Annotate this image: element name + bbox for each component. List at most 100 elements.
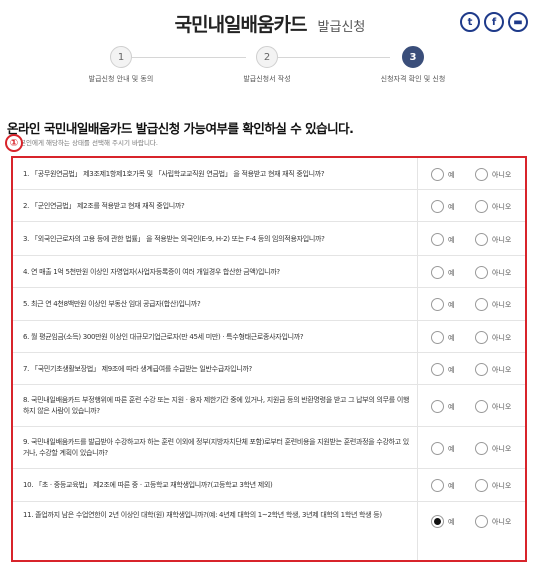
question-row: 4. 연 매출 1억 5천만원 이상인 자영업자(사업자등록증이 여러 개일경우…: [13, 256, 525, 288]
question-row: 6. 월 평균임금(소득) 300만원 이상인 대규모기업근로자(만 45세 미…: [13, 321, 525, 353]
radio-yes[interactable]: [431, 363, 444, 376]
radio-yes-label: 예: [448, 517, 455, 526]
question-row: 9. 국민내일배움카드를 발급받아 수강하고자 하는 훈련 이외에 정부(지방자…: [13, 427, 525, 469]
radio-no-label: 아니오: [492, 517, 512, 526]
question-text: 11. 졸업까지 남은 수업연한이 2년 이상인 대학(원) 재학생입니까?(예…: [23, 511, 382, 519]
radio-no[interactable]: [475, 479, 488, 492]
radio-yes[interactable]: [431, 479, 444, 492]
step-1-circle: 1: [110, 46, 132, 68]
message-icon[interactable]: ▬: [508, 12, 528, 32]
step-3-label: 신청자격 확인 및 신청: [380, 75, 446, 83]
step-1-label: 발급신청 안내 및 동의: [88, 75, 154, 83]
radio-no[interactable]: [475, 400, 488, 413]
radio-yes[interactable]: [431, 168, 444, 181]
radio-no-label: 아니오: [492, 268, 512, 277]
radio-yes-label: 예: [448, 333, 455, 342]
radio-no[interactable]: [475, 331, 488, 344]
answer-yes-option[interactable]: 예: [431, 442, 454, 455]
question-row: 11. 졸업까지 남은 수업연한이 2년 이상인 대학(원) 재학생입니까?(예…: [13, 502, 525, 540]
radio-no-label: 아니오: [492, 402, 512, 411]
question-text: 3. 「외국인근로자의 고용 등에 관한 법률」 을 적용받는 외국인(E-9,…: [23, 235, 325, 243]
answer-yes-option[interactable]: 예: [431, 200, 454, 213]
radio-no[interactable]: [475, 442, 488, 455]
answer-yes-option[interactable]: 예: [431, 298, 454, 311]
page-title: 국민내일배움카드: [174, 14, 308, 36]
question-text: 4. 연 매출 1억 5천만원 이상인 자영업자(사업자등록증이 여러 개일경우…: [23, 268, 280, 276]
facebook-icon[interactable]: f: [484, 12, 504, 32]
radio-yes[interactable]: [431, 298, 444, 311]
radio-yes[interactable]: [431, 233, 444, 246]
answer-no-option[interactable]: 아니오: [475, 298, 511, 311]
answer-yes-option[interactable]: 예: [431, 168, 454, 181]
answer-no-option[interactable]: 아니오: [475, 233, 511, 246]
answer-no-option[interactable]: 아니오: [475, 363, 511, 376]
step-2-label: 발급신청서 작성: [243, 75, 291, 83]
radio-yes[interactable]: [431, 266, 444, 279]
radio-yes-label: 예: [448, 268, 455, 277]
radio-no[interactable]: [475, 363, 488, 376]
step-connector: [132, 57, 246, 58]
answer-no-option[interactable]: 아니오: [475, 515, 511, 528]
question-row: 10. 「초 · 중등교육법」 제2조에 따른 중 · 고등학교 재학생입니까?…: [13, 469, 525, 502]
radio-no[interactable]: [475, 298, 488, 311]
page-subtitle: 발급신청: [317, 20, 366, 35]
radio-no[interactable]: [475, 266, 488, 279]
answer-yes-option[interactable]: 예: [431, 233, 454, 246]
radio-yes[interactable]: [431, 200, 444, 213]
answer-no-option[interactable]: 아니오: [475, 168, 511, 181]
radio-yes[interactable]: [431, 442, 444, 455]
answer-no-option[interactable]: 아니오: [475, 400, 511, 413]
eligibility-question-list: 1. 「공무원연금법」 제3조제1항제1호가목 및 「사립학교교직원 연금법」 …: [11, 156, 527, 562]
radio-yes[interactable]: [431, 515, 444, 528]
radio-yes-label: 예: [448, 202, 455, 211]
radio-no-label: 아니오: [492, 365, 512, 374]
radio-no-label: 아니오: [492, 481, 512, 490]
question-row: 7. 「국민기초생활보장법」 제9조에 따라 생계급여를 수급받는 일반수급자입…: [13, 353, 525, 385]
question-text: 6. 월 평균임금(소득) 300만원 이상인 대규모기업근로자(만 45세 미…: [23, 333, 304, 341]
answer-yes-option[interactable]: 예: [431, 331, 454, 344]
radio-dot: [434, 518, 441, 525]
question-row: 2. 「군인연금법」 제2조를 적용받고 현재 재직 중입니까? 예 아니오: [13, 190, 525, 222]
title-group: 국민내일배움카드 발급신청: [0, 10, 540, 37]
radio-no[interactable]: [475, 168, 488, 181]
answer-no-option[interactable]: 아니오: [475, 200, 511, 213]
answer-no-option[interactable]: 아니오: [475, 331, 511, 344]
radio-yes-label: 예: [448, 481, 455, 490]
radio-yes[interactable]: [431, 331, 444, 344]
progress-steps: 1 발급신청 안내 및 동의 2 발급신청서 작성 3 신청자격 확인 및 신청: [0, 44, 540, 92]
question-text: 9. 국민내일배움카드를 발급받아 수강하고자 하는 훈련 이외에 정부(지방자…: [23, 438, 409, 457]
radio-yes-label: 예: [448, 444, 455, 453]
radio-yes[interactable]: [431, 400, 444, 413]
question-row: 3. 「외국인근로자의 고용 등에 관한 법률」 을 적용받는 외국인(E-9,…: [13, 222, 525, 256]
radio-yes-label: 예: [448, 300, 455, 309]
radio-no-label: 아니오: [492, 235, 512, 244]
twitter-icon[interactable]: t: [460, 12, 480, 32]
answer-no-option[interactable]: 아니오: [475, 442, 511, 455]
radio-yes-label: 예: [448, 365, 455, 374]
step-3-circle: 3: [402, 46, 424, 68]
answer-no-option[interactable]: 아니오: [475, 479, 511, 492]
question-text: 1. 「공무원연금법」 제3조제1항제1호가목 및 「사립학교교직원 연금법」 …: [23, 170, 325, 178]
radio-no[interactable]: [475, 200, 488, 213]
question-text: 10. 「초 · 중등교육법」 제2조에 따른 중 · 고등학교 재학생입니까?…: [23, 481, 273, 489]
answer-yes-option[interactable]: 예: [431, 400, 454, 413]
question-text: 7. 「국민기초생활보장법」 제9조에 따라 생계급여를 수급받는 일반수급자입…: [23, 365, 252, 373]
radio-no-label: 아니오: [492, 202, 512, 211]
answer-yes-option[interactable]: 예: [431, 363, 454, 376]
radio-yes-label: 예: [448, 402, 455, 411]
question-row: 1. 「공무원연금법」 제3조제1항제1호가목 및 「사립학교교직원 연금법」 …: [13, 158, 525, 190]
section-heading: 온라인 국민내일배움카드 발급신청 가능여부를 확인하실 수 있습니다.: [7, 121, 354, 136]
answer-yes-option[interactable]: 예: [431, 266, 454, 279]
radio-no[interactable]: [475, 233, 488, 246]
question-row: 8. 국민내일배움카드 부정행위에 따른 훈련 수강 또는 지원 · 융자 제한…: [13, 385, 525, 427]
radio-no-label: 아니오: [492, 444, 512, 453]
radio-no-label: 아니오: [492, 333, 512, 342]
step-2-circle: 2: [256, 46, 278, 68]
radio-no[interactable]: [475, 515, 488, 528]
answer-yes-option[interactable]: 예: [431, 479, 454, 492]
answer-no-option[interactable]: 아니오: [475, 266, 511, 279]
answer-yes-option[interactable]: 예: [431, 515, 454, 528]
question-text: 8. 국민내일배움카드 부정행위에 따른 훈련 수강 또는 지원 · 융자 제한…: [23, 396, 410, 415]
radio-yes-label: 예: [448, 170, 455, 179]
radio-yes-label: 예: [448, 235, 455, 244]
